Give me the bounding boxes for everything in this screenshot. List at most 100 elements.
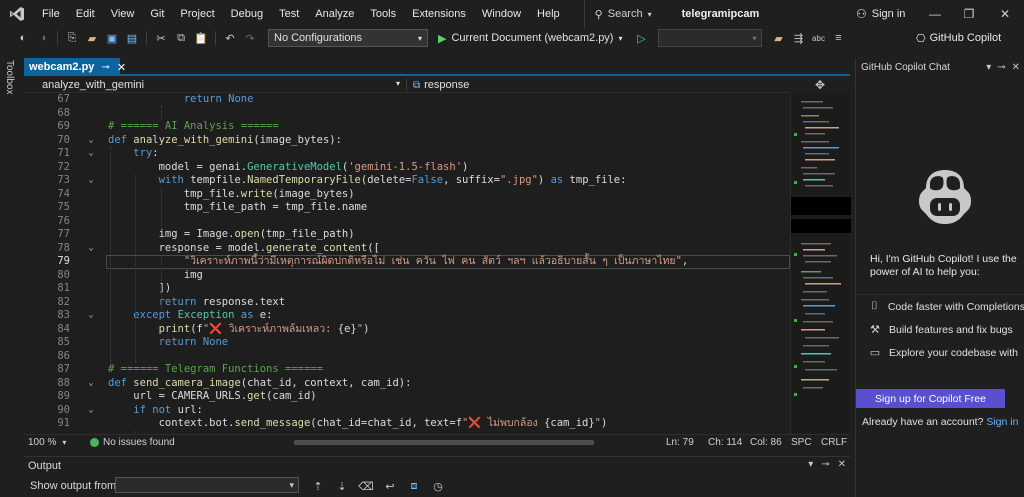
new-project-icon[interactable]: ⎘ bbox=[63, 29, 81, 47]
menu-help[interactable]: Help bbox=[529, 0, 568, 28]
fold-toggle-icon[interactable]: ⌄ bbox=[86, 174, 96, 188]
code-line[interactable]: 70 ⌄ def analyze_with_gemini(image_bytes): bbox=[24, 134, 790, 148]
code-line[interactable]: 79 "วิเคราะห์ภาพนี้ว่ามีเหตุการณ์ผิดปกติ… bbox=[24, 255, 790, 269]
tab-webcam2[interactable]: webcam2.py ⊸ ✕ bbox=[24, 58, 126, 76]
menu-edit[interactable]: Edit bbox=[68, 0, 103, 28]
github-copilot-button[interactable]: ⎔ GitHub Copilot bbox=[916, 28, 1001, 48]
code-line[interactable]: 71 ⌄ try: bbox=[24, 147, 790, 161]
close-window-button[interactable]: ✕ bbox=[988, 0, 1022, 28]
sign-in-button[interactable]: ⚇ Sign in bbox=[856, 0, 905, 28]
line-ending[interactable]: CRLF bbox=[821, 435, 847, 451]
fold-toggle-icon[interactable]: ⌄ bbox=[86, 404, 96, 418]
code-line[interactable]: 75 tmp_file_path = tmp_file.name bbox=[24, 201, 790, 215]
code-line[interactable]: 81 ]) bbox=[24, 282, 790, 296]
code-line[interactable]: 67 return None bbox=[24, 93, 790, 107]
menu-view[interactable]: View bbox=[103, 0, 143, 28]
code-line[interactable]: 68 bbox=[24, 107, 790, 121]
menu-debug[interactable]: Debug bbox=[223, 0, 271, 28]
horizontal-scrollbar[interactable] bbox=[294, 440, 594, 445]
code-line[interactable]: 82 return response.text bbox=[24, 296, 790, 310]
code-line[interactable]: 86 bbox=[24, 350, 790, 364]
toolbox-tab[interactable]: Toolbox bbox=[4, 60, 15, 94]
code-line[interactable]: 72 model = genai.GenerativeModel('gemini… bbox=[24, 161, 790, 175]
fold-toggle-icon[interactable]: ⌄ bbox=[86, 147, 96, 161]
menu-test[interactable]: Test bbox=[271, 0, 307, 28]
spell-check-icon[interactable]: abc bbox=[810, 29, 828, 47]
visual-studio-logo-icon[interactable] bbox=[0, 0, 34, 28]
code-line[interactable]: 78 ⌄ response = model.generate_content([ bbox=[24, 242, 790, 256]
menu-window[interactable]: Window bbox=[474, 0, 529, 28]
code-line[interactable]: 84 print(f"❌ วิเคราะห์ภาพล้มเหลว: {e}") bbox=[24, 323, 790, 337]
code-line[interactable]: 91 context.bot.send_message(chat_id=chat… bbox=[24, 417, 790, 431]
restore-button[interactable]: ❐ bbox=[952, 0, 986, 28]
symbol-dropdown[interactable]: ⧉ response bbox=[406, 79, 469, 91]
chevron-down-icon[interactable]: ▾ bbox=[986, 62, 991, 73]
redo-icon[interactable]: ↷ bbox=[241, 29, 259, 47]
copilot-signup-button[interactable]: Sign up for Copilot Free bbox=[856, 389, 1005, 408]
code-line[interactable]: 76 bbox=[24, 215, 790, 229]
member-dropdown[interactable]: analyze_with_gemini ▾ bbox=[24, 79, 406, 91]
fold-toggle-icon[interactable]: ⌄ bbox=[86, 134, 96, 148]
start-without-debugging-icon[interactable]: ▷ bbox=[633, 29, 651, 47]
paste-icon[interactable]: 📋 bbox=[192, 29, 210, 47]
code-line[interactable]: 74 tmp_file.write(image_bytes) bbox=[24, 188, 790, 202]
output-source-select[interactable]: ▾ bbox=[115, 477, 299, 493]
sign-in-link[interactable]: Sign in bbox=[986, 416, 1018, 428]
run-button[interactable]: ▶ Current Document (webcam2.py) ▾ bbox=[438, 32, 623, 45]
close-icon[interactable]: ✕ bbox=[1012, 62, 1020, 73]
word-wrap-icon[interactable]: ↩ bbox=[381, 477, 399, 495]
pin-icon[interactable]: ⊸ bbox=[821, 459, 829, 470]
code-line[interactable]: 87 # ====== Telegram Functions ====== bbox=[24, 363, 790, 377]
undo-icon[interactable]: ↶ bbox=[221, 29, 239, 47]
target-select[interactable]: ▾ bbox=[657, 29, 762, 47]
open-file-icon[interactable]: ▰ bbox=[83, 29, 101, 47]
save-all-icon[interactable]: ▤ bbox=[123, 29, 141, 47]
code-line[interactable]: 69 # ====== AI Analysis ====== bbox=[24, 120, 790, 134]
fold-toggle-icon[interactable]: ⌄ bbox=[86, 242, 96, 256]
folder-icon[interactable]: ▰ bbox=[770, 29, 788, 47]
copy-icon[interactable]: ⧉ bbox=[172, 29, 190, 47]
code-line[interactable]: 80 img bbox=[24, 269, 790, 283]
code-line[interactable]: 85 return None bbox=[24, 336, 790, 350]
clear-all-icon[interactable]: ⌫ bbox=[357, 477, 375, 495]
indent-mode[interactable]: SPC bbox=[791, 435, 812, 451]
fold-toggle-icon[interactable]: ⌄ bbox=[86, 377, 96, 391]
menu-tools[interactable]: Tools bbox=[362, 0, 404, 28]
save-icon[interactable]: ▣ bbox=[103, 29, 121, 47]
code-line[interactable]: 89 url = CAMERA_URLS.get(cam_id) bbox=[24, 390, 790, 404]
scan-icon[interactable]: ⧈ bbox=[405, 477, 423, 495]
find-message-icon[interactable]: ⇡ bbox=[309, 477, 327, 495]
align-icon[interactable]: ≡ bbox=[830, 29, 848, 47]
issues-indicator[interactable]: No issues found bbox=[90, 437, 175, 448]
clock-icon[interactable]: ◷ bbox=[429, 477, 447, 495]
split-editor-icon[interactable]: ✥ bbox=[790, 76, 850, 93]
pin-icon[interactable]: ⊸ bbox=[101, 62, 109, 73]
code-line[interactable]: 90 ⌄ if not url: bbox=[24, 404, 790, 418]
close-icon[interactable]: ✕ bbox=[117, 61, 126, 74]
pin-icon[interactable]: ⊸ bbox=[997, 62, 1005, 73]
back-icon[interactable]: ◐ bbox=[14, 29, 32, 47]
menu-extensions[interactable]: Extensions bbox=[404, 0, 474, 28]
minimap[interactable] bbox=[790, 93, 851, 433]
code-line[interactable]: 77 img = Image.open(tmp_file_path) bbox=[24, 228, 790, 242]
code-line[interactable]: 73 ⌄ with tempfile.NamedTemporaryFile(del… bbox=[24, 174, 790, 188]
menu-file[interactable]: File bbox=[34, 0, 68, 28]
next-message-icon[interactable]: ⇣ bbox=[333, 477, 351, 495]
format-icon[interactable]: ⇶ bbox=[790, 29, 808, 47]
menu-git[interactable]: Git bbox=[142, 0, 172, 28]
line-number: 81 bbox=[57, 282, 70, 294]
code-line[interactable]: 88 ⌄ def send_camera_image(chat_id, contex… bbox=[24, 377, 790, 391]
code-line[interactable]: 83 ⌄ except Exception as e: bbox=[24, 309, 790, 323]
close-icon[interactable]: ✕ bbox=[838, 459, 846, 470]
fold-toggle-icon[interactable]: ⌄ bbox=[86, 309, 96, 323]
chevron-down-icon[interactable]: ▾ bbox=[808, 459, 813, 470]
code-editor[interactable]: 67 return None 68 69 # ====== AI Analysis =… bbox=[24, 93, 790, 433]
menu-analyze[interactable]: Analyze bbox=[307, 0, 362, 28]
zoom-dropdown[interactable]: 100 % ▾ bbox=[24, 437, 74, 448]
forward-icon[interactable]: ◑ bbox=[34, 29, 52, 47]
search-box[interactable]: ⚲ Search ▾ bbox=[583, 0, 652, 28]
cut-icon[interactable]: ✂ bbox=[152, 29, 170, 47]
menu-project[interactable]: Project bbox=[172, 0, 222, 28]
configuration-select[interactable]: No Configurations ▾ bbox=[268, 29, 428, 47]
minimize-button[interactable]: — bbox=[918, 0, 952, 28]
